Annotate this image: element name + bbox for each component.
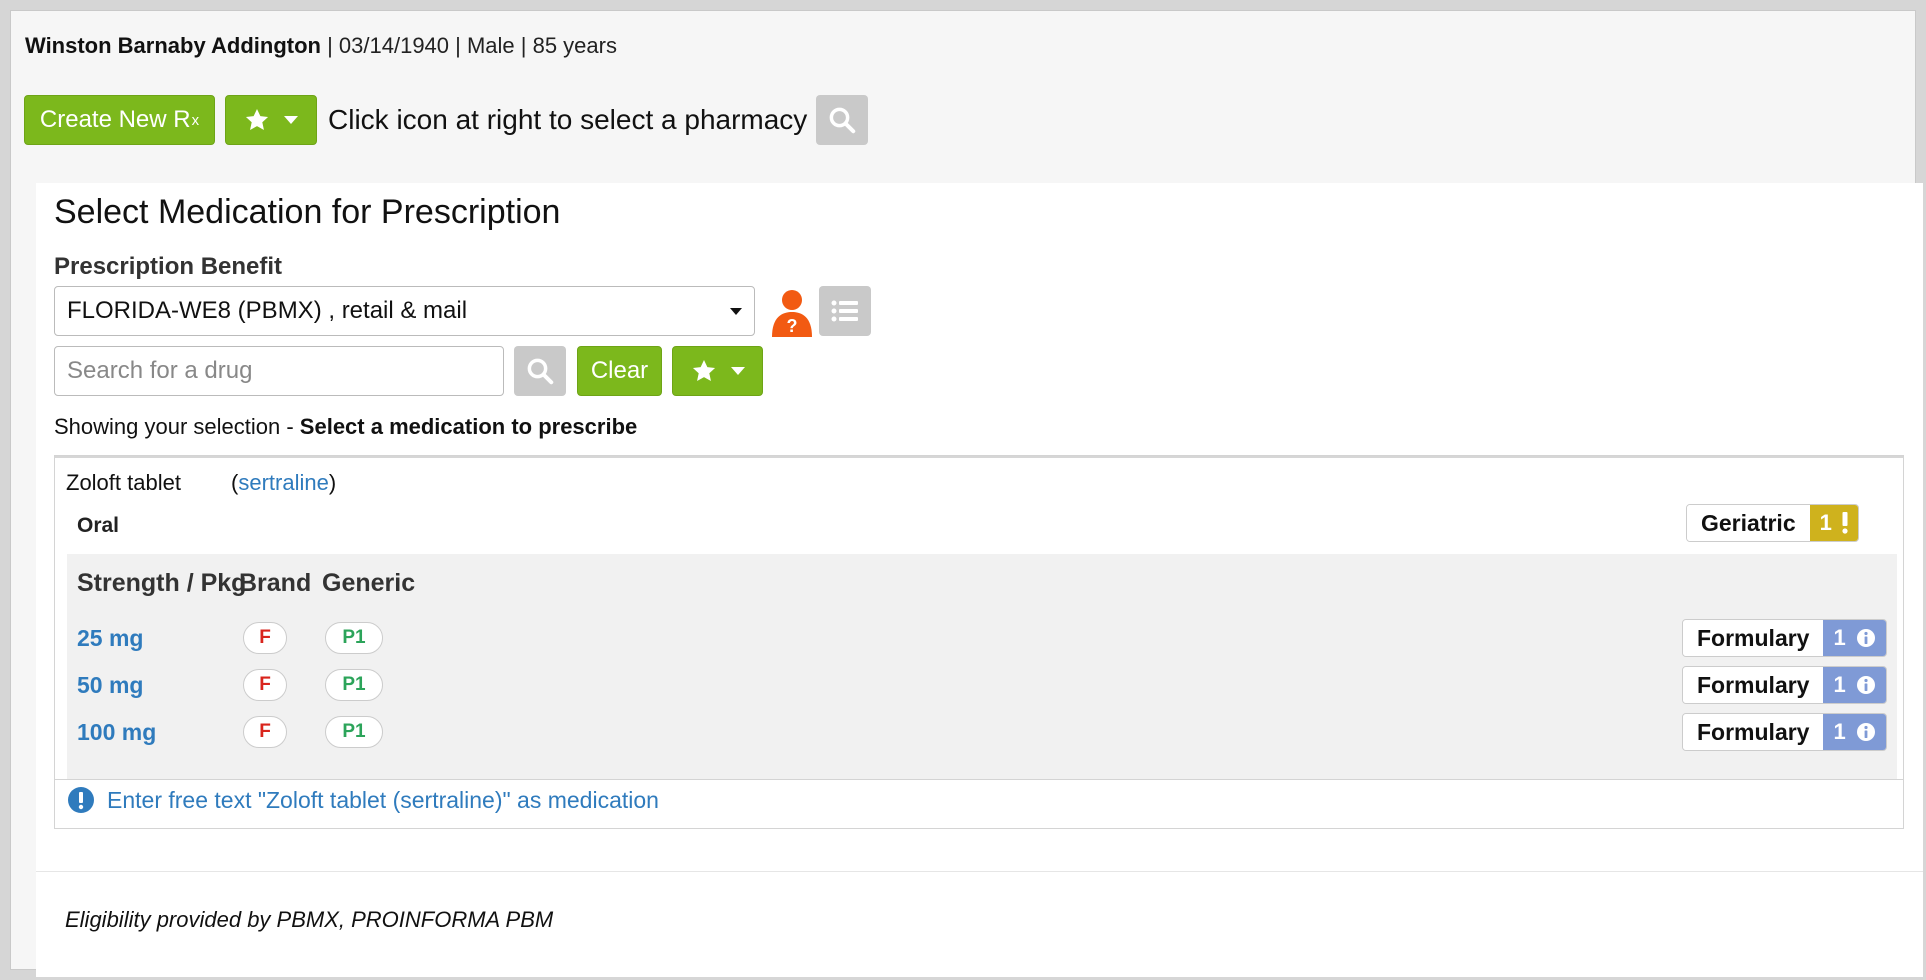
info-icon <box>1856 723 1875 741</box>
formulary-badge[interactable]: Formulary 1 <box>1682 666 1887 704</box>
generic-name-link[interactable]: sertraline <box>238 470 328 495</box>
info-icon <box>1856 629 1875 647</box>
page-title: Select Medication for Prescription <box>54 193 561 231</box>
patient-name: Winston Barnaby Addington <box>25 33 321 58</box>
formulary-count: 1 <box>1823 714 1886 750</box>
brand-tier-pill: F <box>243 622 287 654</box>
table-row: 100 mg F P1 Formulary 1 <box>67 710 1897 756</box>
strength-link[interactable]: 50 mg <box>77 672 143 699</box>
generic-tier-pill: P1 <box>325 622 383 654</box>
brand-tier-pill: F <box>243 716 287 748</box>
star-icon <box>692 359 715 381</box>
search-icon <box>829 107 856 134</box>
geriatric-count-value: 1 <box>1819 510 1832 535</box>
header-generic: Generic <box>322 569 416 597</box>
table-row: 25 mg F P1 Formulary 1 <box>67 616 1897 662</box>
info-icon <box>1856 676 1875 694</box>
benefit-list-button[interactable] <box>819 286 871 336</box>
strength-link[interactable]: 100 mg <box>77 719 156 746</box>
showing-prefix: Showing your selection - <box>54 414 300 439</box>
drug-generic: (sertraline) <box>231 470 336 496</box>
formulary-count-value: 1 <box>1833 672 1846 697</box>
geriatric-label: Geriatric <box>1687 505 1810 541</box>
panel-divider <box>36 871 1923 872</box>
exclamation-circle-icon <box>68 787 94 813</box>
drug-results: Zoloft tablet (sertraline) Oral Geriatri… <box>54 455 1904 829</box>
medication-panel: Select Medication for Prescription Presc… <box>36 183 1923 977</box>
showing-bold: Select a medication to prescribe <box>299 414 638 439</box>
create-new-rx-button[interactable]: Create New Rx <box>24 95 215 145</box>
generic-tier-pill: P1 <box>325 716 383 748</box>
route-label: Oral <box>77 514 120 537</box>
benefit-selected-value: FLORIDA-WE8 (PBMX) , retail & mail <box>67 297 468 324</box>
drug-search-button[interactable] <box>514 346 566 396</box>
benefit-label: Prescription Benefit <box>54 253 283 280</box>
brand-tier-pill: F <box>243 669 287 701</box>
clear-button[interactable]: Clear <box>577 346 662 396</box>
free-text-label: Enter free text "Zoloft tablet (sertrali… <box>107 786 659 813</box>
formulary-badge[interactable]: Formulary 1 <box>1682 619 1887 657</box>
geriatric-alert-badge[interactable]: Geriatric 1 <box>1686 504 1859 542</box>
formulary-label: Formulary <box>1683 620 1824 656</box>
formulary-count: 1 <box>1823 620 1886 656</box>
chevron-down-icon <box>284 116 298 124</box>
select-caret-icon <box>730 308 742 315</box>
search-icon <box>527 358 554 385</box>
eligibility-note: Eligibility provided by PBMX, PROINFORMA… <box>65 907 554 932</box>
benefit-select[interactable]: FLORIDA-WE8 (PBMX) , retail & mail <box>54 286 755 336</box>
formulary-count-value: 1 <box>1833 719 1846 744</box>
header-brand: Brand <box>239 569 312 597</box>
strength-link[interactable]: 25 mg <box>77 625 143 652</box>
formulary-label: Formulary <box>1683 714 1824 750</box>
generic-tier-pill: P1 <box>325 669 383 701</box>
generic-close-paren: ) <box>328 470 337 495</box>
geriatric-count: 1 <box>1809 505 1858 541</box>
patient-header: Winston Barnaby Addington | 03/14/1940 |… <box>25 33 617 59</box>
strength-table: Strength / Pkg Brand Generic 25 mg F P1 … <box>67 554 1897 779</box>
svg-text:?: ? <box>787 316 798 336</box>
exclamation-icon <box>1842 512 1848 534</box>
patient-details: | 03/14/1940 | Male | 85 years <box>327 33 617 58</box>
drug-name: Zoloft tablet <box>66 470 181 495</box>
drug-favorites-button[interactable] <box>672 346 763 396</box>
pharmacy-search-button[interactable] <box>816 95 869 145</box>
person-help-icon[interactable]: ? <box>768 287 816 337</box>
favorites-dropdown-button[interactable] <box>225 95 317 145</box>
free-text-medication-link[interactable]: Enter free text "Zoloft tablet (sertrali… <box>67 786 659 814</box>
pharmacy-instruction: Click icon at right to select a pharmacy <box>328 104 808 135</box>
drug-search-input[interactable] <box>54 346 504 396</box>
formulary-label: Formulary <box>1683 667 1824 703</box>
chevron-down-icon <box>730 367 745 375</box>
star-icon <box>245 108 269 130</box>
table-row: 50 mg F P1 Formulary 1 <box>67 663 1897 709</box>
header-strength: Strength / Pkg <box>77 569 247 597</box>
rx-toolbar: Create New Rx Click icon at right to sel… <box>24 95 869 145</box>
formulary-count: 1 <box>1823 667 1886 703</box>
results-divider <box>55 456 1903 458</box>
list-icon <box>831 300 858 322</box>
formulary-badge[interactable]: Formulary 1 <box>1682 713 1887 751</box>
create-rx-label: Create New R <box>39 106 191 133</box>
selection-status: Showing your selection - Select a medica… <box>54 414 637 440</box>
create-rx-sub: x <box>191 111 200 129</box>
freetext-divider <box>55 779 1903 780</box>
formulary-count-value: 1 <box>1833 625 1846 650</box>
app-frame: Winston Barnaby Addington | 03/14/1940 |… <box>10 10 1923 977</box>
